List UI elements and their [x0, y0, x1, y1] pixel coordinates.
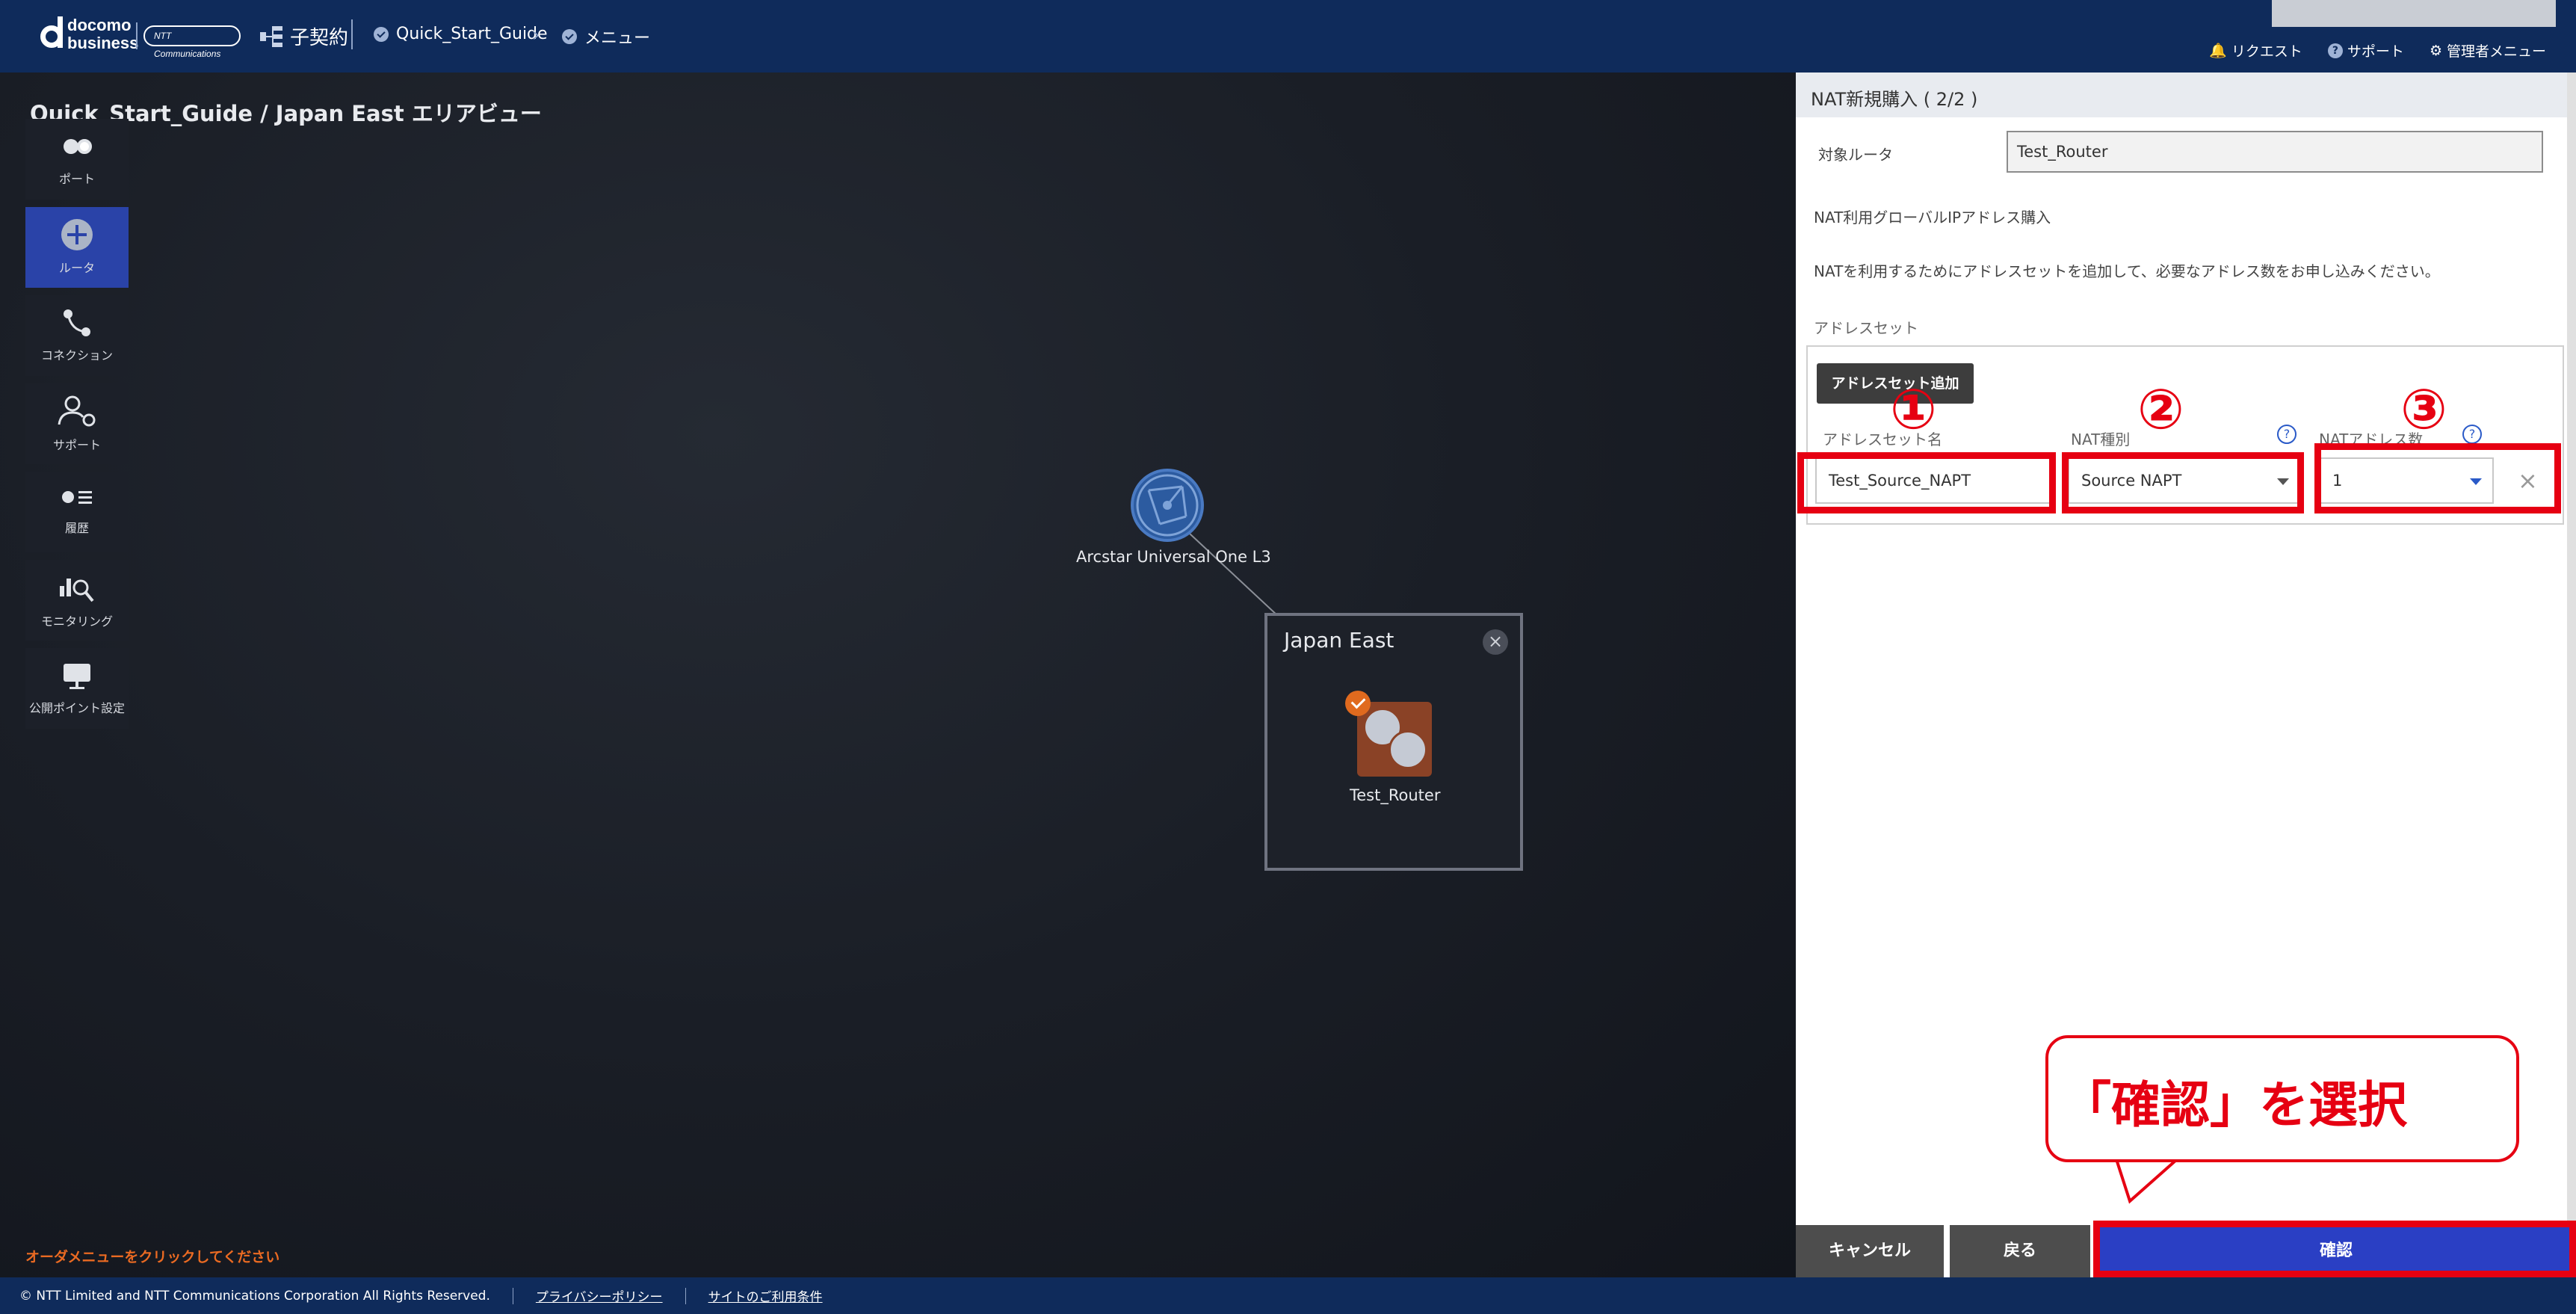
check-circle-icon — [562, 29, 577, 44]
nav-request[interactable]: 🔔 リクエスト — [2209, 40, 2302, 61]
header-bar: docomo business NTT Communications 子契約 Qu… — [0, 0, 2576, 73]
sidebar-item-connection[interactable]: コネクション — [25, 295, 129, 376]
privacy-policy-link[interactable]: プライバシーポリシー — [536, 1286, 663, 1305]
scrollbar[interactable] — [2567, 73, 2576, 1224]
brand-logo[interactable]: docomo business — [67, 16, 138, 52]
callout-tail — [2115, 1155, 2185, 1204]
annotation-box-3 — [2314, 443, 2561, 513]
callout-bubble: 「確認」を選択 — [2045, 1035, 2519, 1162]
region-title: Japan East — [1284, 628, 1394, 653]
header-nav: 🔔 リクエスト ? サポート ⚙ 管理者メニュー — [2209, 40, 2546, 61]
child-contract-link[interactable]: 子契約 — [259, 22, 348, 50]
divider — [685, 1287, 686, 1304]
divider — [351, 19, 353, 49]
back-button[interactable]: 戻る — [1950, 1225, 2090, 1277]
history-icon — [62, 491, 92, 504]
breadcrumb-project[interactable]: Quick_Start_Guide — [374, 25, 548, 43]
help-icon[interactable]: ? — [2277, 425, 2297, 444]
copyright: © NTT Limited and NTT Communications Cor… — [19, 1288, 490, 1304]
bell-icon: 🔔 — [2209, 43, 2227, 59]
area-view-canvas[interactable]: Quick_Start_Guide / Japan East エリアビュー ポー… — [0, 73, 1796, 1277]
marker-1: ① — [1890, 377, 1937, 442]
account-bar[interactable] — [2272, 0, 2556, 27]
chevron-right-icon: › — [532, 24, 540, 46]
sidebar-item-monitoring[interactable]: モニタリング — [25, 560, 129, 641]
sidebar-item-public-point[interactable]: 公開ポイント設定 — [25, 648, 129, 729]
router-icon — [61, 219, 93, 250]
annotation-box-2 — [2062, 452, 2304, 513]
cancel-button[interactable]: キャンセル — [1796, 1225, 1944, 1277]
network-globe-icon[interactable] — [1131, 469, 1204, 542]
callout-text: 「確認」を選択 — [2062, 1076, 2407, 1134]
breadcrumb-menu[interactable]: メニュー — [562, 25, 650, 49]
sidebar-item-history[interactable]: 履歴 — [25, 472, 129, 552]
nav-support[interactable]: ? サポート — [2327, 40, 2404, 61]
help-icon: ? — [2327, 43, 2343, 58]
divider — [136, 22, 138, 49]
network-label: Arcstar Universal One L3 — [1076, 548, 1271, 566]
sidebar-item-port[interactable]: ポート — [25, 119, 129, 200]
port-icon — [61, 132, 93, 161]
region-japan-east[interactable]: Japan East × Test_Router — [1264, 613, 1523, 871]
support-icon — [58, 395, 96, 427]
check-badge-icon — [1345, 691, 1371, 716]
breadcrumb-project-label: Quick_Start_Guide — [396, 25, 548, 43]
sidebar-item-support[interactable]: サポート — [25, 383, 129, 464]
order-hint: オーダメニューをクリックしてください — [25, 1249, 280, 1265]
panel-title: NAT新規購入 ( 2/2 ) — [1796, 73, 2576, 117]
help-icon[interactable]: ? — [2462, 425, 2482, 444]
annotation-box-confirm — [2093, 1221, 2576, 1277]
marker-3: ③ — [2400, 377, 2447, 442]
child-contract-label: 子契約 — [290, 27, 349, 49]
global-ip-label: NAT利用グローバルIPアドレス購入 — [1814, 209, 2051, 226]
nav-admin-menu[interactable]: ⚙ 管理者メニュー — [2430, 40, 2546, 61]
terms-link[interactable]: サイトのご利用条件 — [708, 1286, 823, 1305]
docomo-logo-icon — [37, 16, 66, 49]
description-text: NATを利用するためにアドレスセットを追加して、必要なアドレス数をお申し込みくだ… — [1814, 262, 2440, 280]
annotation-box-1 — [1797, 452, 2056, 513]
gear-icon: ⚙ — [2429, 42, 2442, 59]
footer: © NTT Limited and NTT Communications Cor… — [0, 1277, 2576, 1314]
target-router-field: Test_Router — [2007, 131, 2543, 173]
check-circle-icon — [374, 26, 389, 42]
sidebar-item-router[interactable]: ルータ — [25, 207, 129, 288]
col-nat-type: NAT種別 — [2071, 431, 2131, 448]
tree-icon — [259, 25, 284, 49]
breadcrumb-menu-label: メニュー — [584, 29, 651, 48]
public-point-icon — [64, 664, 90, 689]
order-sidebar: ポート ルータ コネクション サポート 履歴 モニタリング 公開ポイント設定 — [25, 119, 129, 736]
connection-icon — [64, 309, 90, 336]
address-set-label: アドレスセット — [1814, 319, 1918, 337]
monitoring-icon — [60, 579, 94, 602]
router-node-icon[interactable] — [1357, 702, 1432, 777]
close-icon[interactable]: × — [1483, 629, 1508, 655]
ntt-logo: NTT Communications — [143, 25, 241, 59]
target-router-label: 対象ルータ — [1818, 146, 1893, 164]
marker-2: ② — [2137, 377, 2184, 442]
router-label: Test_Router — [1350, 786, 1441, 804]
